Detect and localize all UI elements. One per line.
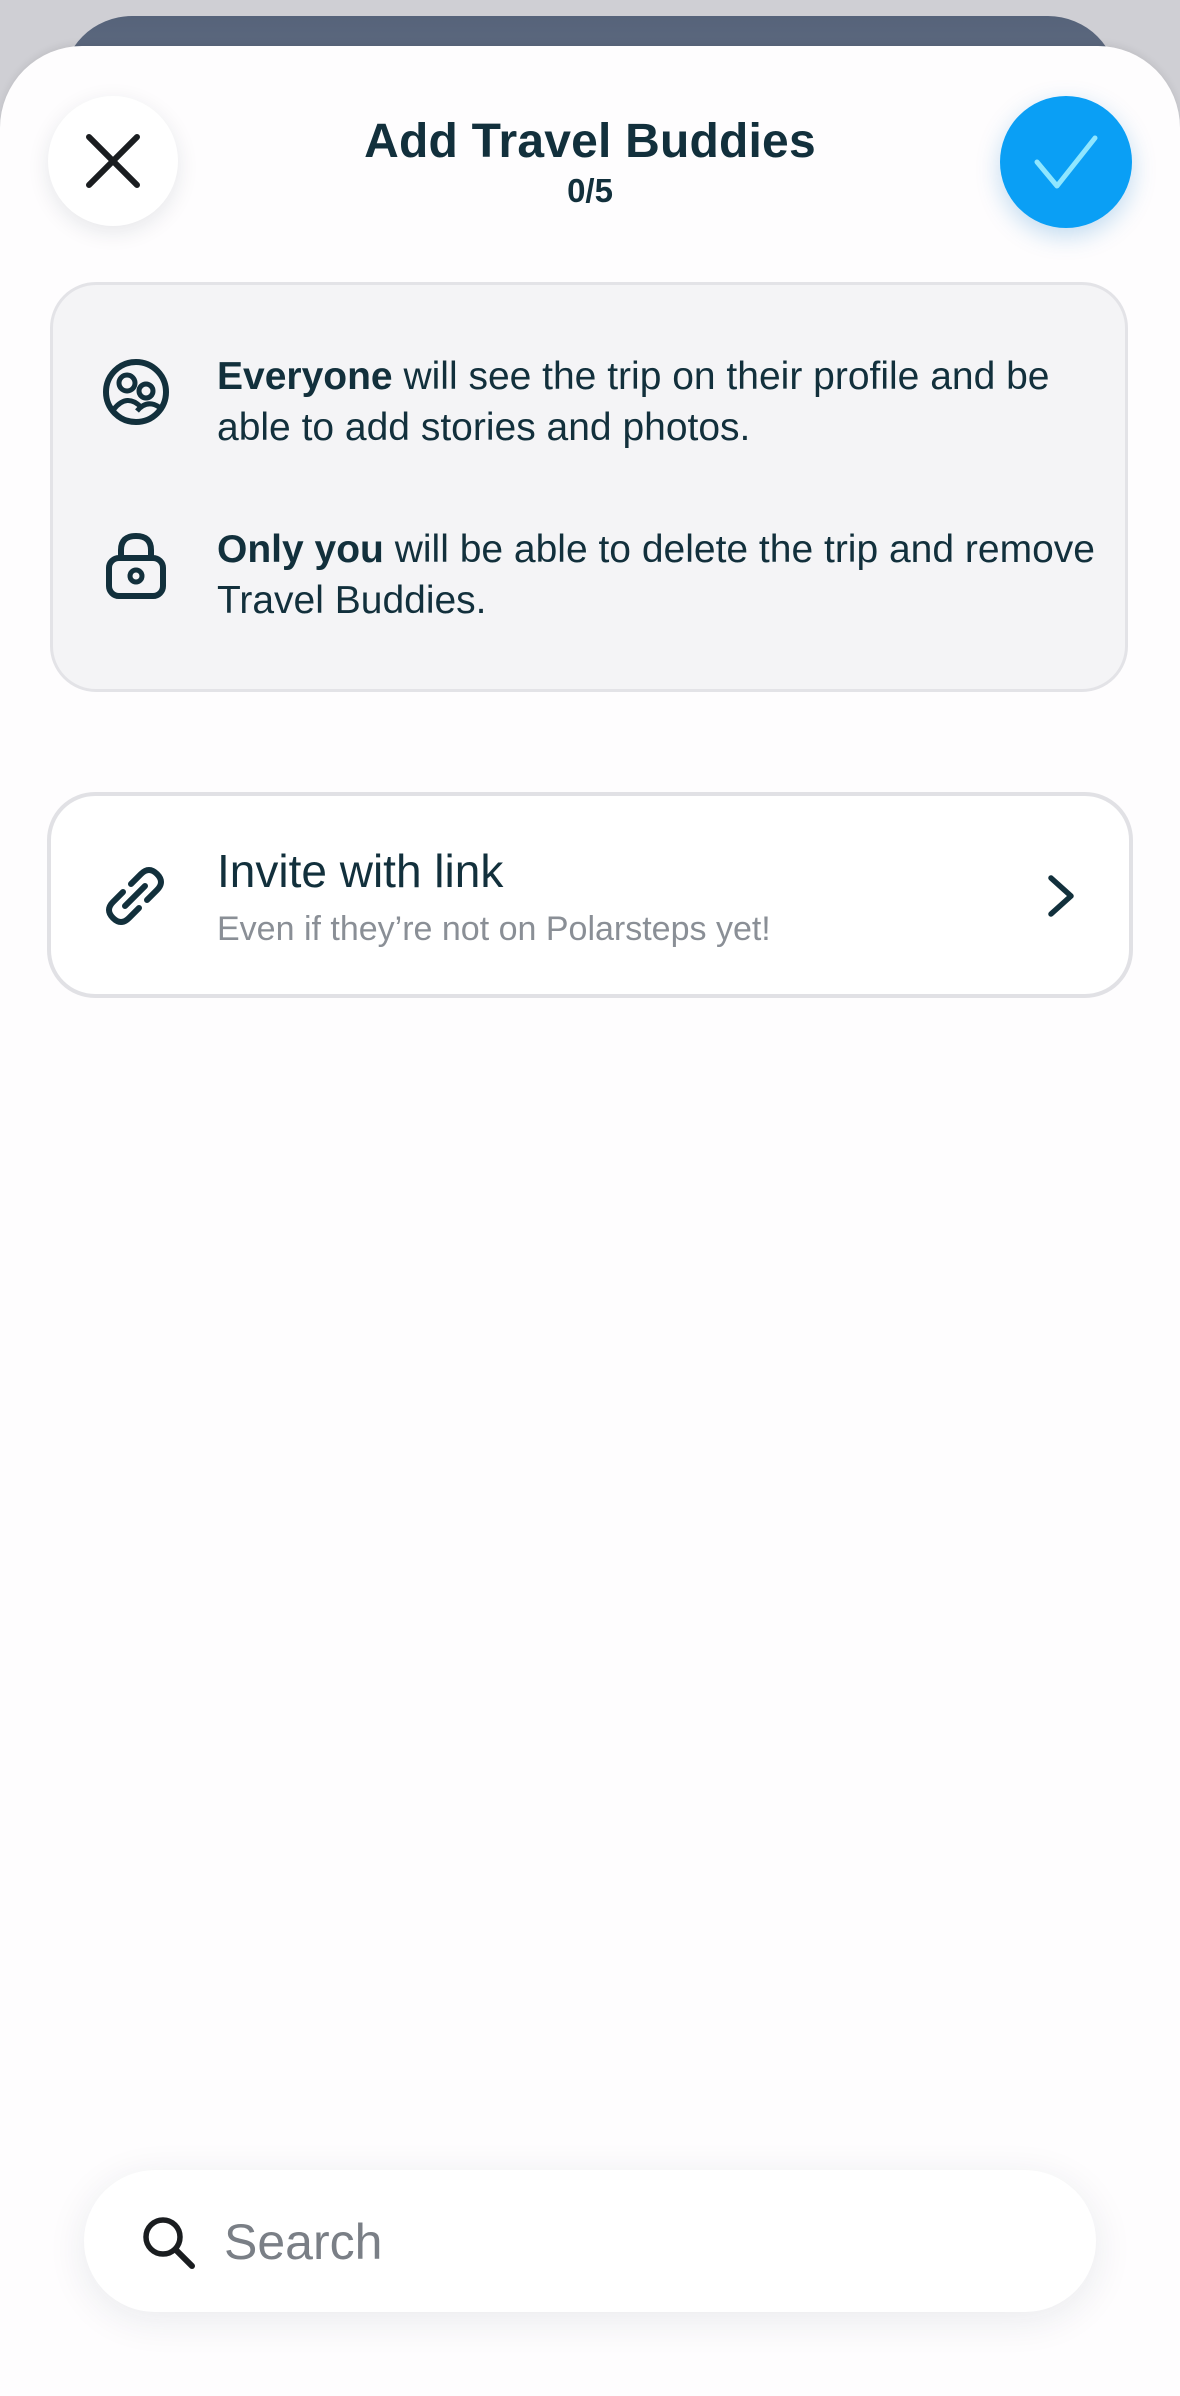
close-icon [86, 134, 140, 188]
search-icon [143, 2217, 195, 2269]
invite-subtitle: Even if they’re not on Polarsteps yet! [217, 910, 771, 948]
people-circle-icon [103, 359, 169, 425]
invite-title: Invite with link [217, 845, 504, 897]
search-input[interactable] [222, 2200, 1046, 2284]
link-icon [106, 867, 164, 925]
info-bold-only-you: Only you [217, 528, 384, 571]
invite-with-link-button[interactable]: Invite with link Even if they’re not on … [47, 792, 1133, 998]
page-title: Add Travel Buddies [364, 115, 816, 168]
info-text-only-you: Only you will be able to delete the trip… [217, 524, 1097, 626]
lock-icon [106, 532, 166, 599]
info-text-everyone: Everyone will see the trip on their prof… [217, 351, 1097, 453]
buddy-counter: 0/5 [567, 172, 613, 209]
chevron-right-icon [1048, 875, 1074, 917]
permissions-info-card: Everyone will see the trip on their prof… [50, 282, 1128, 692]
confirm-button[interactable] [1000, 96, 1132, 228]
info-bold-everyone: Everyone [217, 355, 393, 398]
add-travel-buddies-sheet: Add Travel Buddies 0/5 Everyone will see… [0, 46, 1180, 2396]
search-bar[interactable] [84, 2170, 1096, 2312]
close-button[interactable] [48, 96, 178, 226]
checkmark-icon [1034, 135, 1098, 189]
